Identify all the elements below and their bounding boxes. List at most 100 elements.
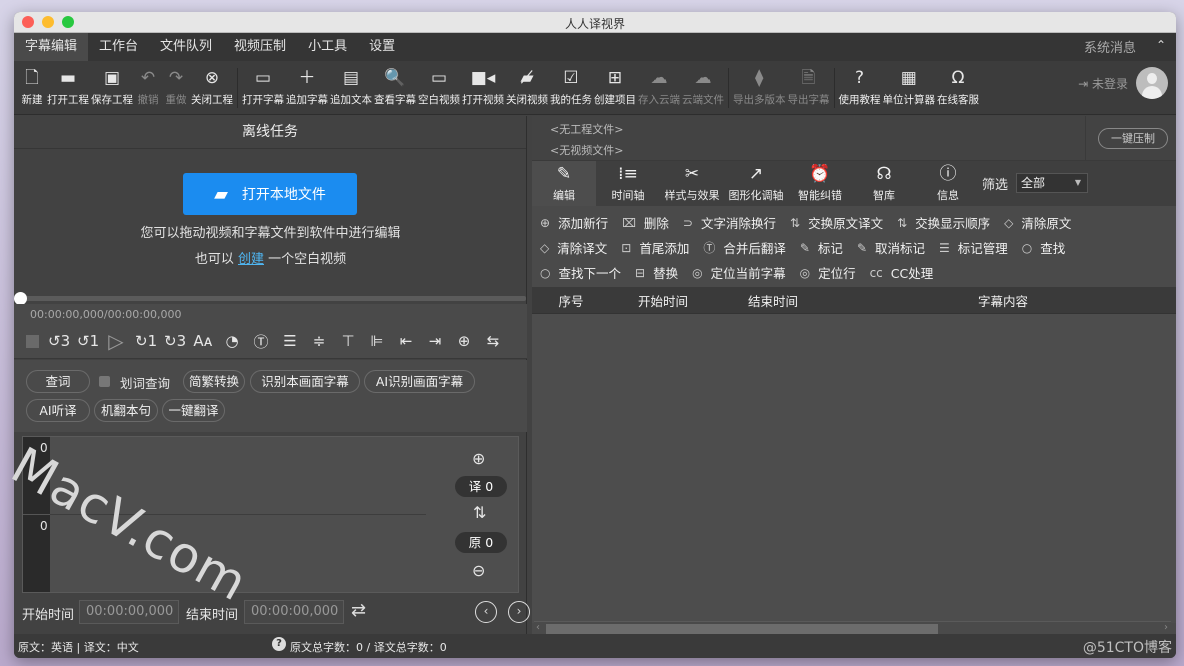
playback-progress-slider[interactable] — [14, 292, 526, 305]
chevron-up-icon[interactable]: ⌃ — [1156, 38, 1166, 52]
locate-current-button[interactable]: ◎ 定位当前字幕 — [692, 263, 786, 282]
forward-3s-icon[interactable]: ↻3 — [164, 332, 186, 350]
align-settings-icon[interactable]: ☰ — [280, 332, 300, 350]
col-end-time[interactable]: 结束时间 — [716, 291, 830, 310]
user-area[interactable]: ⇥ 未登录 — [1078, 67, 1168, 99]
lookup-button[interactable]: 查词 — [26, 370, 90, 393]
back-3s-icon[interactable]: ↺3 — [48, 332, 70, 350]
tab-style-effects[interactable]: ✂ 样式与效果 — [660, 161, 724, 206]
col-content[interactable]: 字幕内容 — [830, 291, 1176, 310]
save-project-button[interactable]: ▣ 保存工程 — [90, 61, 134, 115]
redo-button[interactable]: ↷ 重做 — [162, 61, 190, 115]
clear-translation-button[interactable]: ◇ 清除译文 — [540, 238, 607, 257]
clock-icon[interactable]: ◔ — [222, 332, 242, 350]
export-subtitle-button[interactable]: 🗎 导出字幕 — [787, 61, 831, 115]
menu-subtitle-edit[interactable]: 字幕编辑 — [14, 33, 89, 61]
cc-process-button[interactable]: cc CC处理 — [870, 263, 934, 282]
zoom-in-icon[interactable]: ⊕ — [472, 449, 485, 468]
login-status[interactable]: ⇥ 未登录 — [1078, 75, 1128, 92]
tutorial-button[interactable]: ? 使用教程 — [838, 61, 882, 115]
undo-button[interactable]: ↶ 撤销 — [134, 61, 162, 115]
open-local-file-button[interactable]: ▰ 打开本地文件 — [183, 173, 357, 215]
export-multi-version-button[interactable]: ⧫ 导出多版本 — [732, 61, 787, 115]
avatar[interactable] — [1136, 67, 1168, 99]
col-index[interactable]: 序号 — [532, 291, 610, 310]
simp-trad-button[interactable]: 简繁转换 — [183, 370, 245, 393]
align-center-icon[interactable]: ≑ — [309, 332, 329, 350]
tab-timeline[interactable]: ⁞≡ 时间轴 — [596, 161, 660, 206]
col-start-time[interactable]: 开始时间 — [610, 291, 716, 310]
previous-icon[interactable]: ‹ — [475, 601, 497, 623]
swap-tracks-icon[interactable]: ⇅ — [473, 503, 486, 522]
head-tail-add-button[interactable]: ⊡ 首尾添加 — [621, 238, 689, 257]
end-time-input[interactable]: 00:00:00,000 — [244, 600, 344, 624]
translation-count-badge[interactable]: 译 0 — [455, 476, 507, 497]
find-next-button[interactable]: ○ 查找下一个 — [540, 263, 621, 282]
forward-1s-icon[interactable]: ↻1 — [135, 332, 157, 350]
filter-select[interactable]: 全部 ▼ — [1016, 173, 1089, 193]
swap-time-icon[interactable]: ⇄ — [351, 600, 366, 621]
scroll-left-icon[interactable]: ‹ — [536, 622, 540, 633]
shift-right-icon[interactable]: ⇥ — [425, 332, 445, 350]
subtitle-table-body[interactable] — [532, 314, 1176, 623]
menu-workbench[interactable]: 工作台 — [88, 33, 149, 61]
original-count-badge[interactable]: 原 0 — [455, 532, 507, 553]
target-icon[interactable]: ⊕ — [454, 332, 474, 350]
create-blank-video-link[interactable]: 创建 — [238, 252, 264, 267]
scroll-right-icon[interactable]: › — [1164, 622, 1168, 633]
open-project-button[interactable]: ▬ 打开工程 — [46, 61, 90, 115]
create-project-button[interactable]: ⊞ 创建项目 — [593, 61, 637, 115]
find-button[interactable]: ○ 查找 — [1022, 238, 1066, 257]
cloud-files-button[interactable]: ☁ 云端文件 — [681, 61, 725, 115]
align-top-icon[interactable]: ⊤ — [338, 332, 358, 350]
swap-display-order-button[interactable]: ⇅ 交换显示顺序 — [897, 213, 990, 232]
start-time-input[interactable]: 00:00:00,000 — [79, 600, 179, 624]
mt-sentence-button[interactable]: 机翻本句 — [94, 399, 158, 422]
ai-recognize-button[interactable]: AI识别画面字幕 — [364, 370, 475, 393]
clear-original-button[interactable]: ◇ 清除原文 — [1004, 213, 1071, 232]
remove-linebreak-button[interactable]: ⊃ 文字消除换行 — [683, 213, 776, 232]
merge-translate-button[interactable]: Ⓣ 合并后翻译 — [703, 238, 786, 257]
unit-calculator-button[interactable]: ▦ 单位计算器 — [882, 61, 937, 115]
tab-graphic-timing[interactable]: ↗ 图形化调轴 — [724, 161, 788, 206]
align-left-icon[interactable]: ⊫ — [367, 332, 387, 350]
mark-button[interactable]: ✎ 标记 — [800, 238, 843, 257]
next-icon[interactable]: › — [508, 601, 530, 623]
swap-icon[interactable]: ⇆ — [483, 332, 503, 350]
one-click-translate-button[interactable]: 一键翻译 — [162, 399, 225, 422]
ai-listen-button[interactable]: AI听译 — [26, 399, 90, 422]
mark-manage-button[interactable]: ☰ 标记管理 — [939, 238, 1008, 257]
one-click-compress-button[interactable]: 一键压制 — [1098, 128, 1168, 149]
tab-knowledge[interactable]: ☊ 智库 — [852, 161, 916, 206]
tab-smart-correction[interactable]: ⏰ 智能纠错 — [788, 161, 852, 206]
font-size-icon[interactable]: Aᴀ — [193, 332, 213, 350]
text-style-icon[interactable]: Ⓣ — [251, 331, 271, 352]
stop-icon[interactable] — [26, 334, 39, 348]
swap-orig-trans-button[interactable]: ⇅ 交换原文译文 — [790, 213, 883, 232]
online-support-button[interactable]: Ω 在线客服 — [936, 61, 980, 115]
replace-button[interactable]: ⊟ 替换 — [635, 263, 678, 282]
append-text-button[interactable]: ▤ 追加文本 — [329, 61, 373, 115]
open-subtitle-button[interactable]: ▭ 打开字幕 — [241, 61, 285, 115]
shift-left-icon[interactable]: ⇤ — [396, 332, 416, 350]
close-video-button[interactable]: ▰̸ 关闭视频 — [505, 61, 549, 115]
open-video-button[interactable]: ■◂ 打开视频 — [461, 61, 505, 115]
blank-video-button[interactable]: ▭ 空白视频 — [417, 61, 461, 115]
tab-edit[interactable]: ✎ 编辑 — [532, 161, 596, 206]
save-to-cloud-button[interactable]: ☁ 存入云端 — [637, 61, 681, 115]
close-project-button[interactable]: ⊗ 关闭工程 — [190, 61, 234, 115]
append-subtitle-button[interactable]: ＋追加字幕 — [285, 61, 329, 115]
menu-video-compress[interactable]: 视频压制 — [223, 33, 297, 61]
my-tasks-button[interactable]: ☑ 我的任务 — [549, 61, 593, 115]
unmark-button[interactable]: ✎ 取消标记 — [857, 238, 925, 257]
play-icon[interactable]: ▷ — [106, 329, 126, 353]
menu-file-queue[interactable]: 文件队列 — [149, 33, 223, 61]
back-1s-icon[interactable]: ↺1 — [77, 332, 99, 350]
menu-tools[interactable]: 小工具 — [297, 33, 358, 61]
delete-button[interactable]: ⌧ 删除 — [622, 213, 669, 232]
recognize-frame-button[interactable]: 识别本画面字幕 — [250, 370, 360, 393]
system-message-button[interactable]: 系统消息 — [1084, 37, 1136, 56]
help-icon[interactable]: ? — [272, 637, 286, 651]
tab-info[interactable]: ⓘ 信息 — [916, 161, 980, 206]
view-subtitle-button[interactable]: 🔍 查看字幕 — [373, 61, 417, 115]
